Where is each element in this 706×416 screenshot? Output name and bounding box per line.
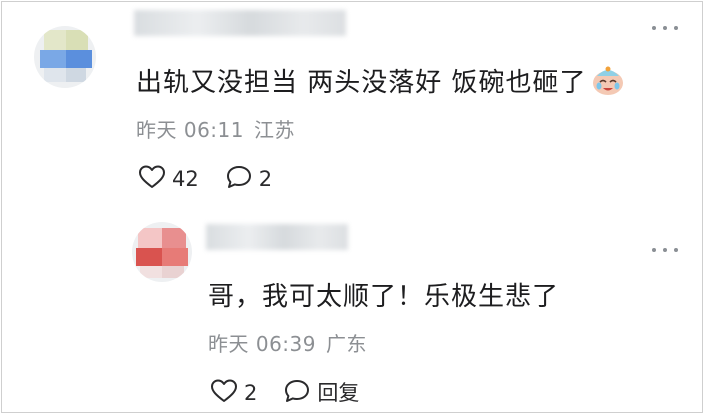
reply-button[interactable]: 2: [225, 164, 272, 194]
crying-face-emoji: [591, 66, 625, 101]
heart-outline-icon: [138, 164, 166, 194]
comment-time: 昨天 06:39: [208, 332, 316, 356]
like-count: 42: [172, 166, 199, 191]
reply-button[interactable]: 回复: [283, 378, 359, 408]
heart-outline-icon: [210, 378, 238, 408]
comment-meta: 昨天 06:11 江苏: [136, 120, 305, 140]
like-button[interactable]: 2: [210, 378, 257, 408]
like-count: 2: [244, 380, 258, 405]
avatar[interactable]: [34, 26, 96, 88]
comment-item: 哥，我可太顺了！乐极生悲了 昨天 06:39 广东 2 回复: [2, 212, 702, 414]
comment-time: 昨天 06:11: [136, 118, 244, 142]
reply-label: 回复: [317, 380, 360, 405]
comment-location: 江苏: [254, 118, 295, 142]
username-blurred[interactable]: [206, 224, 348, 250]
username-blurred[interactable]: [134, 10, 346, 36]
comment-text-body: 出轨又没担当 两头没落好 饭碗也砸了: [136, 68, 587, 98]
avatar[interactable]: [132, 222, 192, 282]
reply-count: 2: [258, 166, 273, 191]
comment-actions: 2 回复: [210, 378, 385, 408]
comment-meta: 昨天 06:39 广东: [208, 334, 377, 354]
comment-text: 哥，我可太顺了！乐极生悲了: [208, 282, 560, 312]
comment-text: 出轨又没担当 两头没落好 饭碗也砸了: [136, 66, 625, 101]
comment-item: 出轨又没担当 两头没落好 饭碗也砸了 昨天 06:11 江苏 42 2: [2, 2, 702, 212]
like-button[interactable]: 42: [138, 164, 199, 194]
comment-location: 广东: [326, 332, 367, 356]
more-options-icon[interactable]: [652, 244, 678, 256]
comments-panel: 出轨又没担当 两头没落好 饭碗也砸了 昨天 06:11 江苏 42 2 哥，我可…: [1, 1, 703, 413]
speech-bubble-icon: [225, 164, 253, 194]
speech-bubble-icon: [283, 378, 311, 408]
more-options-icon[interactable]: [652, 22, 678, 34]
comment-actions: 42 2: [138, 164, 298, 194]
